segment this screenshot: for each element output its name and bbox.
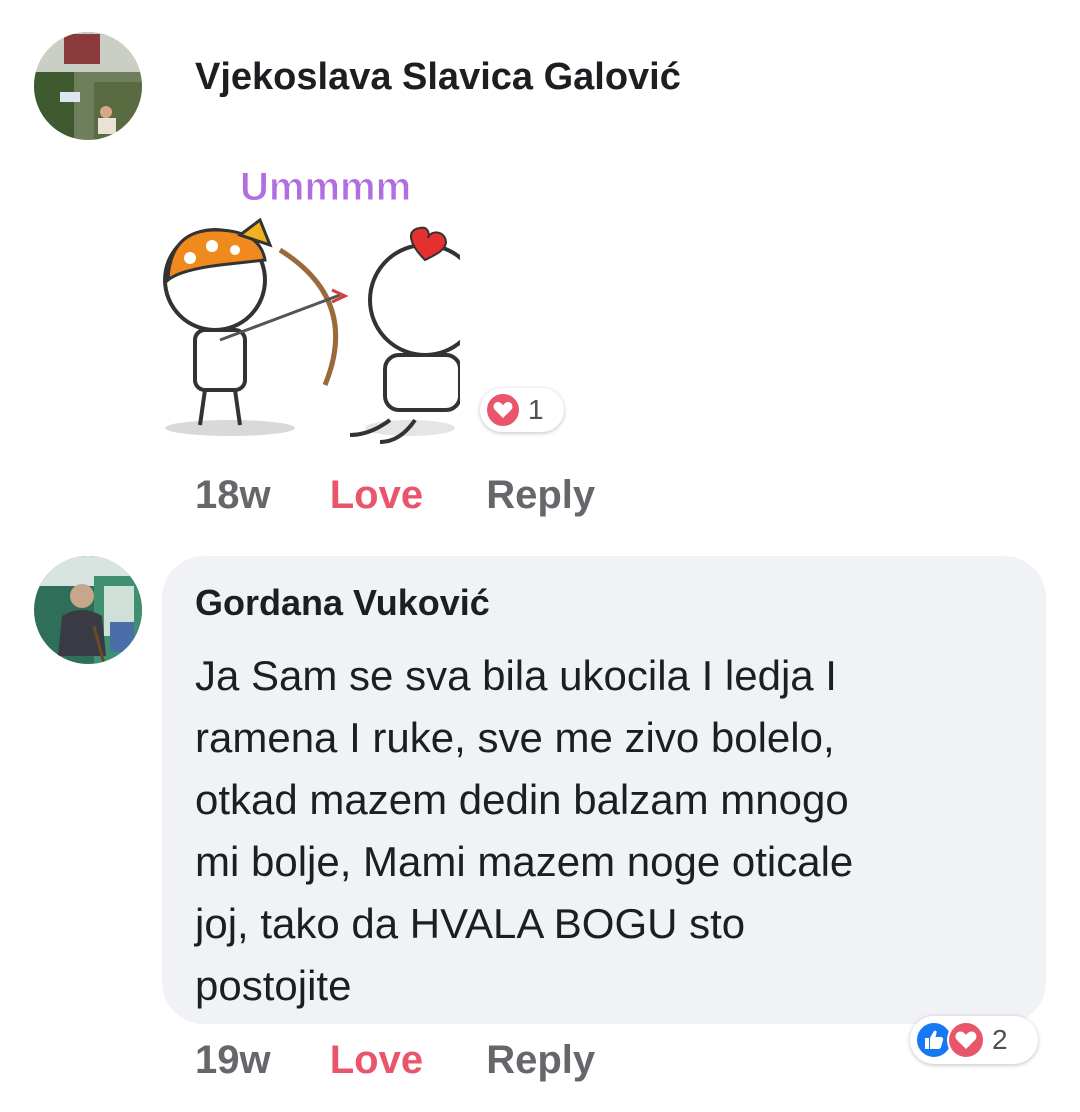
reply-button[interactable]: Reply bbox=[486, 1038, 595, 1082]
comment-author[interactable]: Vjekoslava Slavica Galović bbox=[195, 56, 681, 99]
sticker-image: Ummmm bbox=[163, 165, 482, 444]
sticker[interactable]: Ummmm bbox=[160, 150, 482, 465]
sticker-text: Ummmm bbox=[240, 165, 411, 209]
love-icon bbox=[485, 392, 521, 428]
reaction-count: 2 bbox=[992, 1024, 1008, 1055]
avatar-photo bbox=[34, 556, 142, 664]
avatar[interactable] bbox=[34, 556, 142, 664]
comment-text-line: mi bolje, Mami mazem noge oticale bbox=[195, 838, 854, 885]
reaction-summary[interactable]: 2 bbox=[910, 1016, 1038, 1064]
comment-author[interactable]: Gordana Vuković bbox=[195, 582, 490, 624]
avatar-photo bbox=[34, 32, 142, 140]
comment-time[interactable]: 19w bbox=[195, 1038, 271, 1082]
love-button[interactable]: Love bbox=[330, 1038, 423, 1082]
love-icon bbox=[947, 1021, 985, 1059]
comment-text-line: ramena I ruke, sve me zivo bolelo, bbox=[195, 714, 835, 761]
reaction-summary[interactable]: 1 bbox=[480, 388, 564, 432]
comment-text-line: otkad mazem dedin balzam mnogo bbox=[195, 776, 849, 823]
comment-meta: 18w Love Reply bbox=[195, 473, 595, 518]
comment-text-line: joj, tako da HVALA BOGU sto bbox=[195, 900, 746, 947]
reply-button[interactable]: Reply bbox=[486, 473, 595, 517]
comment-text-line: Ja Sam se sva bila ukocila I ledja I bbox=[195, 652, 837, 699]
comment-text-line: postojite bbox=[195, 962, 352, 1009]
love-button[interactable]: Love bbox=[330, 473, 423, 517]
comment-time[interactable]: 18w bbox=[195, 473, 271, 517]
comment-meta: 19w Love Reply bbox=[195, 1038, 595, 1083]
reaction-count: 1 bbox=[528, 394, 544, 425]
comment-text: Ja Sam se sva bila ukocila I ledja I ram… bbox=[195, 645, 1025, 1017]
avatar[interactable] bbox=[34, 32, 142, 140]
